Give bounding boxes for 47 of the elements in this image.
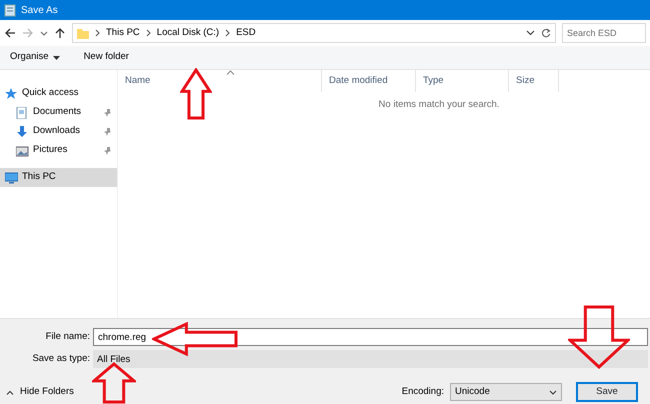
chevron-right-icon (95, 29, 100, 37)
file-type-dropdown[interactable]: All Files (93, 350, 648, 368)
toolbar-button[interactable]: Organise (10, 50, 60, 65)
refresh-icon[interactable] (541, 28, 551, 38)
field-label: Save as type: (31, 352, 90, 366)
field-label: Encoding: (402, 384, 444, 399)
sidebar-item[interactable]: Documents (0, 103, 117, 122)
notepad-icon (4, 4, 16, 16)
hide-folders-button[interactable]: Hide Folders (6, 384, 74, 400)
annotation-arrow (180, 68, 212, 120)
breadcrumb-item[interactable]: ESD (236, 26, 256, 40)
column-header[interactable]: Date modified (322, 70, 416, 92)
back-icon[interactable] (4, 27, 16, 39)
download-icon (16, 126, 29, 138)
file-name-field[interactable]: chrome.reg (93, 328, 648, 346)
star-icon (5, 88, 18, 100)
save-button[interactable]: Save (576, 382, 638, 402)
chevron-right-icon (146, 29, 151, 37)
chevron-up-icon (6, 390, 14, 394)
column-header[interactable]: Type (416, 70, 509, 92)
dropdown-icon[interactable] (526, 29, 535, 37)
picture-icon (16, 144, 29, 156)
breadcrumb-item[interactable]: This PC (106, 26, 140, 40)
annotation-arrow (92, 362, 136, 404)
encoding-dropdown[interactable]: Unicode (450, 383, 562, 401)
sidebar-item[interactable]: Pictures (0, 141, 117, 160)
sidebar-item[interactable]: This PC (0, 168, 117, 187)
up-icon[interactable] (54, 27, 66, 39)
sidebar-item[interactable]: Quick access (0, 84, 117, 103)
annotation-arrow (568, 305, 630, 369)
toolbar-button[interactable]: New folder (84, 50, 129, 65)
breadcrumb-item[interactable]: Local Disk (C:) (156, 26, 220, 40)
address-bar[interactable]: This PC Local Disk (C:) ESD (72, 23, 556, 43)
column-header[interactable]: Size (509, 70, 559, 92)
window-title: Save As (21, 4, 58, 18)
sort-icon[interactable] (226, 70, 235, 75)
chevron-down-icon[interactable] (40, 29, 48, 37)
chevron-right-icon (225, 29, 230, 37)
chevron-down-icon (549, 390, 557, 394)
folder-icon (77, 28, 89, 38)
column-header[interactable]: Name (118, 70, 322, 92)
document-icon (16, 106, 29, 118)
computer-icon (5, 172, 18, 184)
empty-message: No items match your search. (378, 98, 500, 112)
field-label: File name: (44, 330, 90, 344)
sidebar-item[interactable]: Downloads (0, 122, 117, 141)
search-field[interactable]: Search ESD (562, 23, 646, 43)
